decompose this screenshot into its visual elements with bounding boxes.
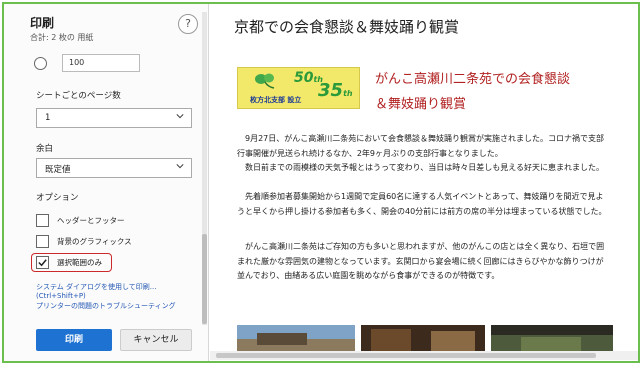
logo-35-number: 35 [318,80,344,101]
preview-horizontal-scrollbar[interactable] [210,351,638,360]
system-dialog-link[interactable]: システム ダイアログを使用して印刷... (Ctrl+Shift+P) [36,282,208,300]
sheet-count: 合計: 2 枚の 用紙 [30,33,94,42]
logo-35-suffix: th [343,89,353,98]
preview-scrollbar-thumb[interactable] [216,353,596,358]
header-footer-option[interactable]: ヘッダーとフッター [36,213,125,228]
selection-only-highlight [31,253,112,272]
pages-per-sheet-select[interactable]: 1 [36,108,192,128]
article-heading-line2: ＆舞妓踊り観賞 [375,97,467,112]
logo-subtitle: 枚方北支部 設立 [250,96,302,104]
cancel-button[interactable]: キャンセル [120,329,192,351]
chevron-down-icon [176,114,184,119]
pages-per-sheet-label: シートごとのページ数 [36,91,121,101]
document-title: 京都での会食懇談＆舞妓踊り観賞 [234,18,460,36]
panel-scrollbar[interactable] [202,12,207,325]
margins-value: 既定値 [45,165,71,175]
print-button[interactable]: 印刷 [36,329,112,351]
custom-scale-input[interactable]: 100 [62,54,140,72]
anniversary-logo: 50 th 35th 枚方北支部 設立 [237,67,360,109]
margins-select[interactable]: 既定値 [36,158,192,178]
paragraph-4: がんこ高瀬川二条苑はご存知の方も多いと思われますが、他のがんこの店とは全く異なり… [237,242,605,280]
clover-logo-icon [255,73,275,89]
logo-35th: 35th [318,80,353,101]
help-icon[interactable]: ? [178,14,198,34]
chevron-down-icon [176,164,184,169]
print-panel-title: 印刷 [30,16,55,30]
header-footer-label: ヘッダーとフッター [57,216,125,225]
background-graphics-checkbox[interactable] [36,235,49,248]
pages-per-sheet-value: 1 [45,113,51,123]
background-graphics-label: 背景のグラフィックス [57,237,132,246]
header-footer-checkbox[interactable] [36,214,49,227]
custom-scale-radio[interactable] [34,57,47,70]
paragraph-3: 先着順参加者募集開始から1週間で定員60名に達する人気イベントとあって、舞妓踊り… [237,192,607,216]
panel-scrollbar-thumb[interactable] [202,234,207,324]
troubleshoot-link[interactable]: プリンターの問題のトラブルシューティング [36,301,176,311]
logo-50-number: 50 [294,70,314,86]
options-label: オプション [36,193,79,203]
paragraph-2: 数日前までの雨模様の天気予報とはうって変わり、当日は時々日差しも見える好天に恵ま… [245,163,605,172]
paragraph-1: 9月27日、がんこ高瀬川二条苑において会食懇談＆舞妓踊り観賞が実施されました。コ… [237,134,605,158]
print-preview: 京都での会食懇談＆舞妓踊り観賞 50 th 35th 枚方北支部 設立 がんこ高瀬… [210,4,638,361]
print-settings-panel: 印刷 合計: 2 枚の 用紙 ? 100 シートごとのページ数 1 余白 既定値… [4,4,209,361]
screenshot-frame: 印刷 合計: 2 枚の 用紙 ? 100 シートごとのページ数 1 余白 既定値… [2,2,640,363]
background-graphics-option[interactable]: 背景のグラフィックス [36,234,132,249]
margins-label: 余白 [36,144,54,154]
article-heading-line1: がんこ高瀬川二条苑での会食懇談 [375,72,571,87]
